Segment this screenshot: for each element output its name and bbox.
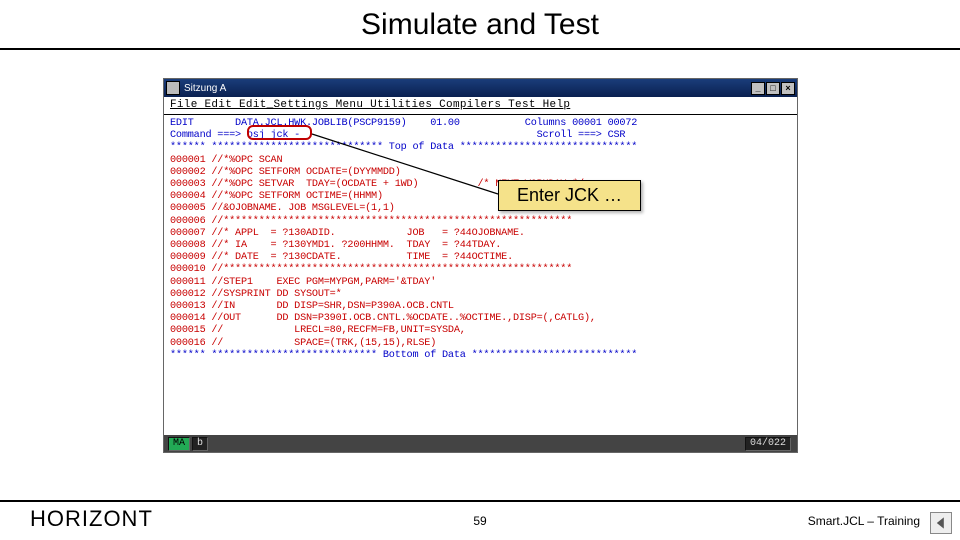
prev-slide-button[interactable]	[930, 512, 952, 534]
command-line[interactable]: Command ===> osj jck - Scroll ===> CSR	[170, 130, 625, 141]
divider-bottom	[0, 500, 960, 502]
bottom-of-data: ****** **************************** Bott…	[170, 350, 637, 361]
maximize-button[interactable]: □	[766, 82, 780, 95]
callout-text: Enter JCK …	[517, 185, 622, 205]
editor-header-line: EDIT DATA.JCL.HWK.JOBLIB(PSCP9159) 01.00…	[170, 118, 637, 129]
arrow-left-icon	[934, 516, 948, 530]
window-titlebar: Sitzung A _ □ ×	[164, 79, 797, 97]
slide: Simulate and Test Sitzung A _ □ × File E…	[0, 0, 960, 540]
status-ma: MA	[168, 437, 190, 451]
status-b: b	[192, 437, 208, 451]
training-label: Smart.JCL – Training	[808, 514, 920, 528]
status-bar: MA b 04/022	[164, 435, 797, 452]
top-of-data: ****** ***************************** Top…	[170, 142, 637, 153]
editor-area[interactable]: EDIT DATA.JCL.HWK.JOBLIB(PSCP9159) 01.00…	[164, 115, 797, 435]
status-position: 04/022	[745, 437, 791, 451]
menubar-items[interactable]: File Edit Edit_Settings Menu Utilities C…	[170, 99, 570, 111]
editor-menubar[interactable]: File Edit Edit_Settings Menu Utilities C…	[164, 97, 797, 115]
close-button[interactable]: ×	[781, 82, 795, 95]
window-buttons: _ □ ×	[751, 82, 795, 95]
minimize-button[interactable]: _	[751, 82, 765, 95]
window-title: Sitzung A	[184, 83, 751, 94]
slide-title: Simulate and Test	[0, 0, 960, 48]
divider-top	[0, 48, 960, 50]
system-menu-icon[interactable]	[166, 81, 180, 95]
callout-box: Enter JCK …	[498, 180, 641, 211]
command-highlight	[247, 125, 312, 140]
